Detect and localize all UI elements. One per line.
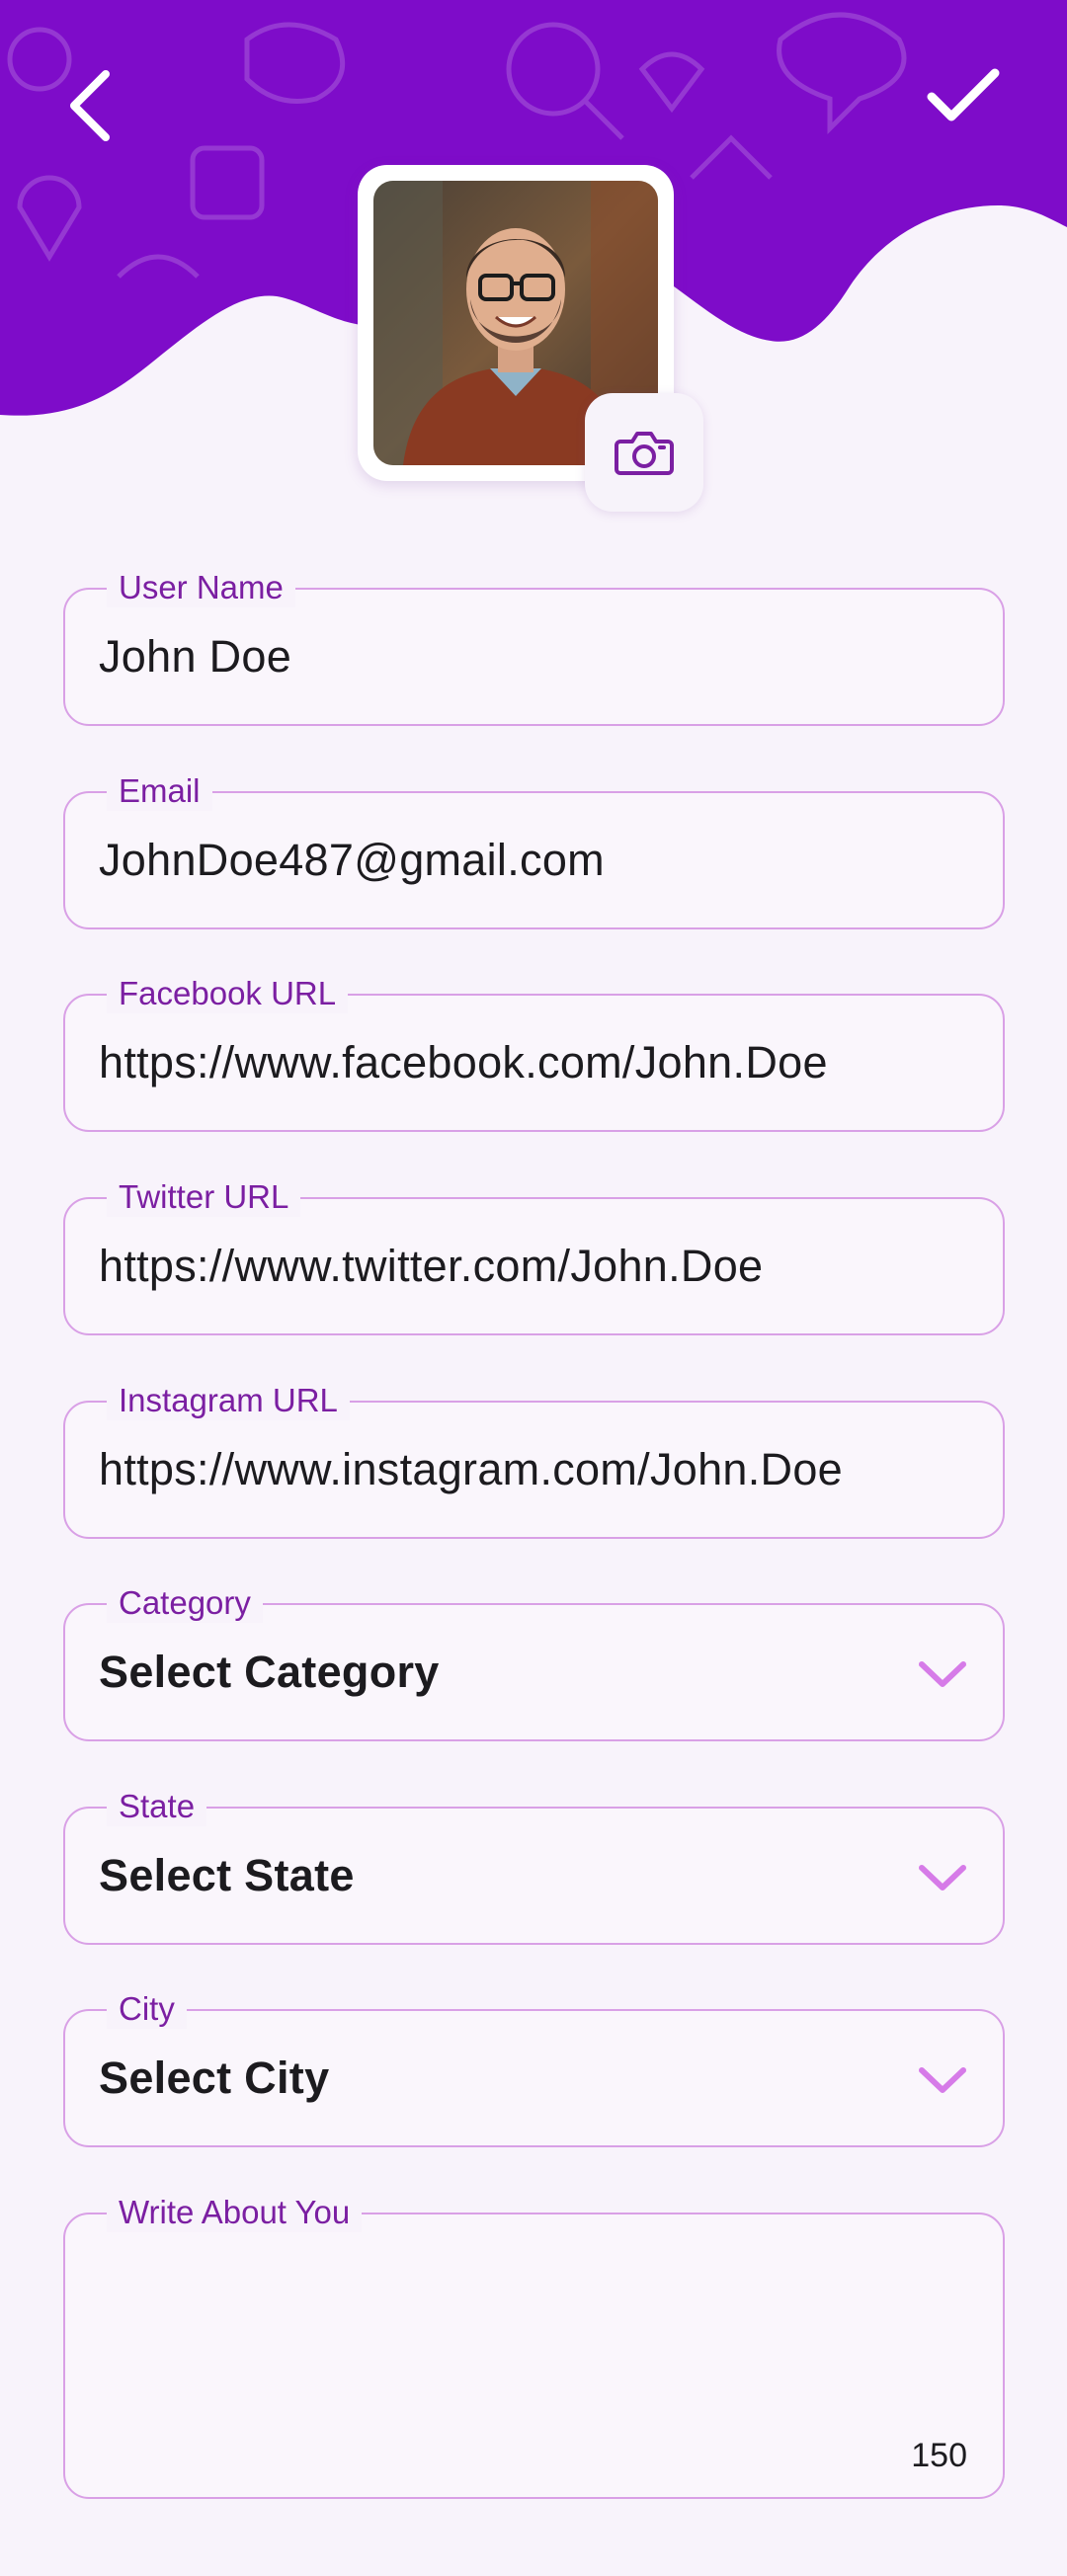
instagram-url-label: Instagram URL	[107, 1381, 350, 1420]
category-dropdown[interactable]: Category Select Category	[63, 1583, 1005, 1741]
chevron-down-icon	[919, 1865, 966, 1891]
username-input[interactable]: John Doe	[99, 629, 291, 684]
state-selected-value: Select State	[99, 1850, 355, 1900]
about-label: Write About You	[107, 2193, 363, 2232]
camera-icon	[615, 432, 674, 475]
chevron-left-icon	[70, 70, 110, 141]
twitter-url-input[interactable]: https://www.twitter.com/John.Doe	[99, 1239, 763, 1294]
category-label: Category	[107, 1583, 263, 1623]
state-label: State	[107, 1787, 207, 1826]
twitter-url-field[interactable]: Twitter URL https://www.twitter.com/John…	[63, 1177, 1005, 1335]
username-field[interactable]: User Name John Doe	[63, 568, 1005, 726]
facebook-url-label: Facebook URL	[107, 974, 349, 1013]
category-selected-value: Select Category	[99, 1647, 440, 1697]
email-field[interactable]: Email JohnDoe487@gmail.com	[63, 771, 1005, 929]
twitter-url-label: Twitter URL	[107, 1177, 301, 1217]
instagram-url-field[interactable]: Instagram URL https://www.instagram.com/…	[63, 1381, 1005, 1539]
facebook-url-input[interactable]: https://www.facebook.com/John.Doe	[99, 1035, 828, 1090]
back-button[interactable]	[55, 61, 124, 150]
save-button[interactable]	[919, 51, 1008, 140]
email-label: Email	[107, 771, 212, 811]
chevron-down-icon	[919, 1661, 966, 1687]
chevron-down-icon	[919, 2067, 966, 2093]
city-dropdown[interactable]: City Select City	[63, 1989, 1005, 2147]
username-label: User Name	[107, 568, 295, 607]
check-icon	[927, 68, 1000, 121]
instagram-url-input[interactable]: https://www.instagram.com/John.Doe	[99, 1442, 843, 1497]
facebook-url-field[interactable]: Facebook URL https://www.facebook.com/Jo…	[63, 974, 1005, 1132]
about-textarea[interactable]: Write About You 150	[63, 2193, 1005, 2499]
city-selected-value: Select City	[99, 2053, 330, 2103]
edit-profile-screen: User Name John Doe Email JohnDoe487@gmai…	[0, 0, 1067, 2576]
character-counter: 150	[911, 2437, 967, 2474]
change-photo-button[interactable]	[585, 393, 703, 512]
email-input[interactable]: JohnDoe487@gmail.com	[99, 833, 605, 888]
state-dropdown[interactable]: State Select State	[63, 1787, 1005, 1945]
city-label: City	[107, 1989, 187, 2029]
